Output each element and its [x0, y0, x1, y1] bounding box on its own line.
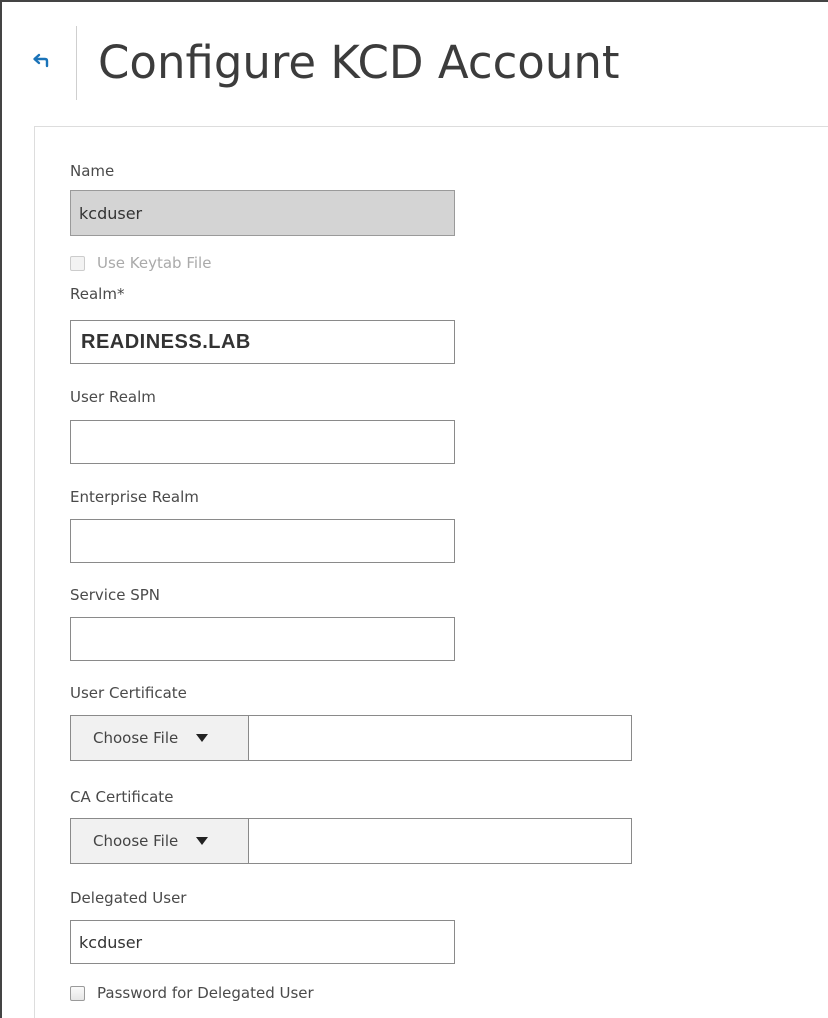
- page-header: Configure KCD Account: [2, 2, 828, 122]
- user-certificate-file-field[interactable]: [249, 716, 631, 760]
- ca-certificate-file-field[interactable]: [249, 819, 631, 863]
- choose-file-label: Choose File: [93, 832, 179, 850]
- user-certificate-choose-file-button[interactable]: Choose File: [71, 716, 249, 760]
- service-spn-field[interactable]: [70, 617, 455, 661]
- back-arrow-icon: [33, 53, 49, 68]
- delegated-user-field[interactable]: [70, 920, 455, 964]
- password-delegated-label: Password for Delegated User: [97, 984, 314, 1002]
- choose-file-label: Choose File: [93, 729, 179, 747]
- page: Configure KCD Account Name Use Keytab Fi…: [0, 0, 828, 1018]
- service-spn-label: Service SPN: [70, 586, 160, 604]
- user-certificate-label: User Certificate: [70, 684, 187, 702]
- user-certificate-file-picker: Choose File: [70, 715, 632, 761]
- name-label: Name: [70, 162, 115, 180]
- page-title: Configure KCD Account: [98, 36, 620, 89]
- caret-down-icon: [196, 837, 209, 845]
- ca-certificate-choose-file-button[interactable]: Choose File: [71, 819, 249, 863]
- realm-label: Realm*: [70, 285, 125, 303]
- use-keytab-checkbox: [70, 255, 85, 271]
- ca-certificate-file-picker: Choose File: [70, 818, 632, 864]
- user-realm-label: User Realm: [70, 388, 156, 406]
- password-delegated-checkbox[interactable]: [70, 985, 85, 1001]
- enterprise-realm-label: Enterprise Realm: [70, 488, 199, 506]
- back-button[interactable]: [30, 52, 52, 74]
- enterprise-realm-field[interactable]: [70, 519, 455, 563]
- title-divider: [76, 26, 77, 100]
- use-keytab-label: Use Keytab File: [97, 254, 212, 272]
- name-field: [70, 190, 455, 236]
- realm-field[interactable]: [70, 320, 455, 364]
- ca-certificate-label: CA Certificate: [70, 788, 174, 806]
- use-keytab-row: Use Keytab File: [70, 252, 211, 274]
- password-delegated-row: Password for Delegated User: [70, 982, 314, 1004]
- caret-down-icon: [196, 734, 209, 742]
- user-realm-field[interactable]: [70, 420, 455, 464]
- delegated-user-label: Delegated User: [70, 889, 187, 907]
